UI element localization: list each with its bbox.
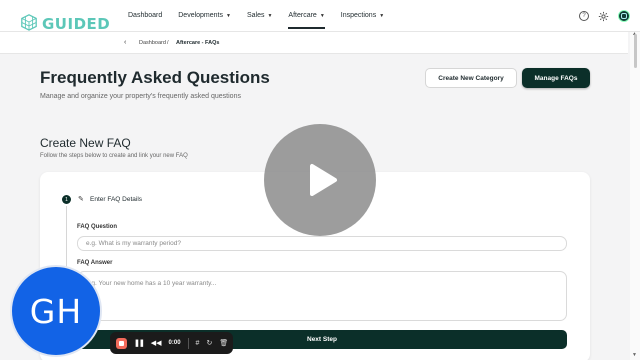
faq-answer-label: FAQ Answer bbox=[77, 260, 113, 266]
page-title: Frequently Asked Questions bbox=[40, 68, 270, 87]
caret-down-icon: ▼ bbox=[379, 12, 385, 19]
caret-down-icon: ▼ bbox=[319, 12, 325, 19]
breadcrumb-current: Aftercare - FAQs bbox=[176, 40, 220, 46]
caret-down-icon: ▼ bbox=[226, 12, 231, 19]
breadcrumb: ‹ Dashboard / Aftercare - FAQs bbox=[0, 32, 628, 54]
faq-answer-input[interactable] bbox=[77, 271, 567, 321]
create-category-button[interactable]: Create New Category bbox=[425, 68, 517, 88]
back-chevron-icon[interactable]: ‹ bbox=[124, 39, 126, 46]
nav-icons: ? bbox=[579, 10, 630, 22]
top-nav: GUIDED Dashboard Developments ▼ Sales ▼ … bbox=[0, 0, 640, 33]
form-subtitle: Follow the steps below to create and lin… bbox=[40, 153, 188, 159]
user-avatar[interactable] bbox=[618, 10, 630, 22]
faq-question-label: FAQ Question bbox=[77, 224, 118, 230]
page-scrollbar[interactable]: ▲ ▼ bbox=[630, 31, 640, 360]
trash-icon[interactable]: 🗑 bbox=[219, 339, 228, 347]
main-menu: Dashboard Developments ▼ Sales ▼ Afterca… bbox=[128, 12, 400, 29]
stop-recording-button[interactable] bbox=[116, 337, 127, 349]
video-play-button[interactable] bbox=[264, 124, 376, 236]
nav-item-label: Sales bbox=[246, 12, 265, 19]
step-title: Enter FAQ Details bbox=[90, 196, 143, 203]
nav-item-label: Aftercare bbox=[288, 12, 317, 19]
nav-item-label: Dashboard bbox=[128, 12, 163, 19]
rewind-icon[interactable]: ◀◀ bbox=[151, 339, 162, 347]
page-subtitle: Manage and organize your property's freq… bbox=[40, 93, 241, 100]
nav-item-developments[interactable]: Developments ▼ bbox=[178, 12, 231, 19]
nav-item-sales[interactable]: Sales ▼ bbox=[247, 12, 272, 19]
nav-item-label: Inspections bbox=[340, 12, 377, 19]
step-number-badge: 1 bbox=[62, 195, 71, 204]
restart-icon[interactable]: ↻ bbox=[206, 339, 212, 347]
nav-item-label: Developments bbox=[178, 12, 223, 19]
presenter-avatar: GH bbox=[10, 265, 102, 357]
breadcrumb-dashboard[interactable]: Dashboard bbox=[139, 40, 166, 46]
caret-down-icon: ▼ bbox=[267, 12, 273, 19]
guided-logo-icon bbox=[21, 14, 37, 31]
brand-name[interactable]: GUIDED bbox=[42, 15, 110, 33]
gear-icon[interactable] bbox=[598, 11, 609, 22]
breadcrumb-separator: / bbox=[167, 40, 169, 46]
help-icon[interactable]: ? bbox=[579, 11, 589, 21]
manage-faqs-button[interactable]: Manage FAQs bbox=[522, 68, 590, 88]
nav-item-dashboard[interactable]: Dashboard bbox=[128, 12, 162, 19]
pencil-icon: ✎ bbox=[78, 196, 84, 203]
toolbar-divider bbox=[187, 337, 189, 349]
play-icon bbox=[310, 164, 337, 196]
nav-item-inspections[interactable]: Inspections ▼ bbox=[341, 12, 384, 19]
scroll-down-icon[interactable]: ▼ bbox=[632, 352, 637, 358]
form-title: Create New FAQ bbox=[40, 136, 131, 150]
pause-icon[interactable]: ❚❚ bbox=[134, 339, 145, 347]
scrollbar-thumb[interactable] bbox=[634, 34, 637, 68]
recording-toolbar: ❚❚ ◀◀ 0:00 # ↻ 🗑 bbox=[110, 332, 233, 354]
faq-question-input[interactable] bbox=[77, 236, 567, 251]
nav-item-aftercare[interactable]: Aftercare ▼ bbox=[288, 12, 326, 29]
recording-time: 0:00 bbox=[168, 340, 181, 346]
grid-icon[interactable]: # bbox=[196, 340, 200, 347]
